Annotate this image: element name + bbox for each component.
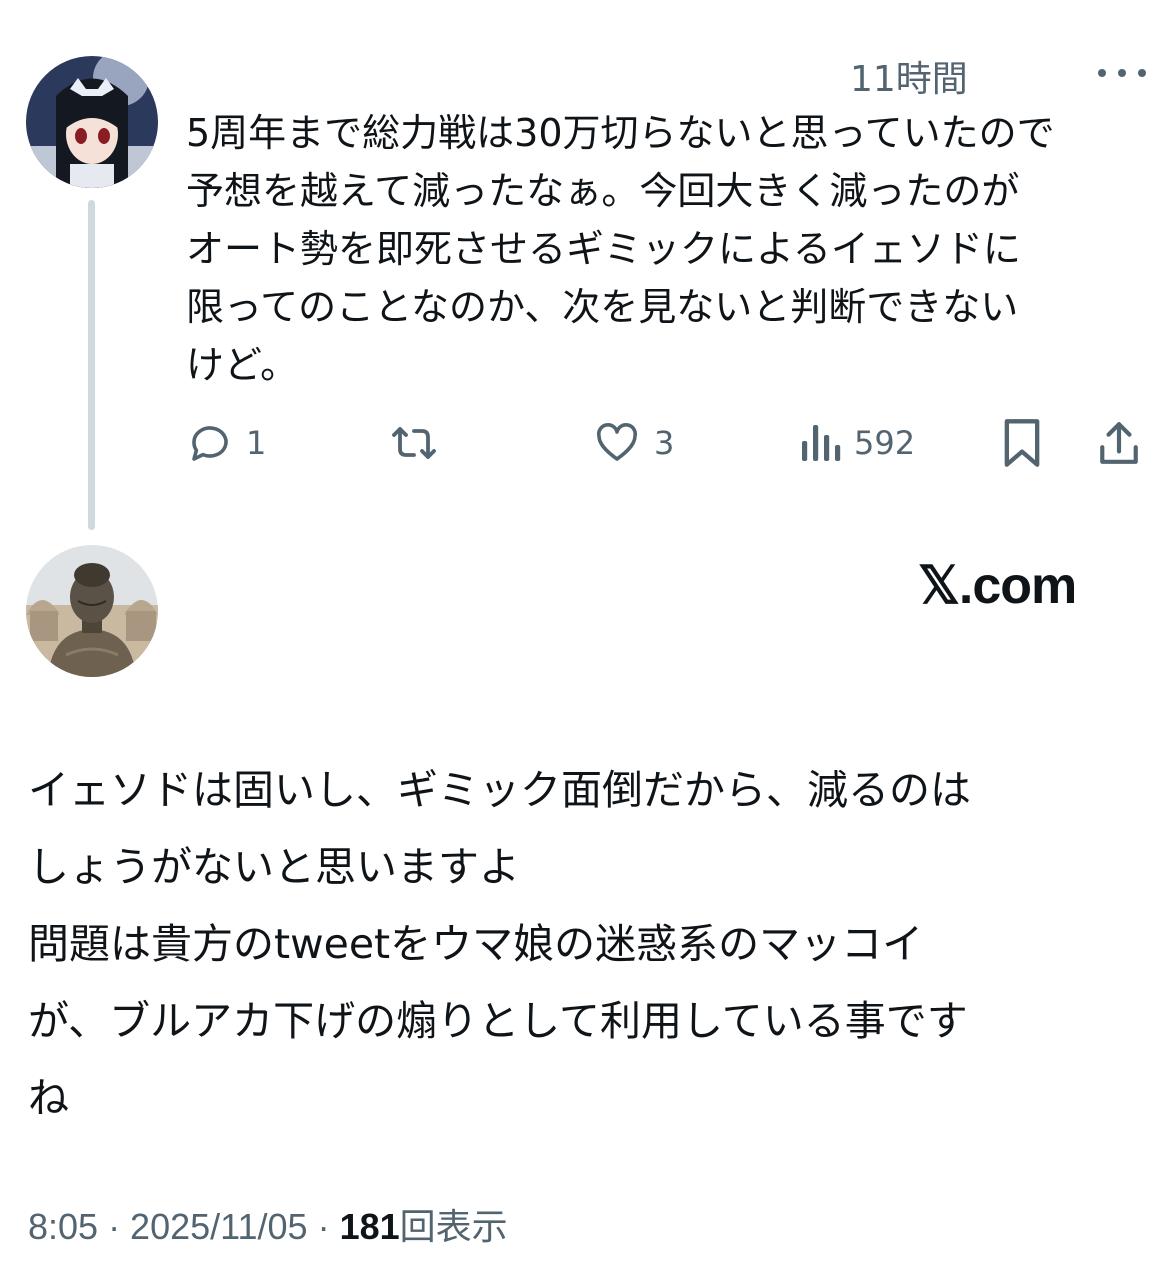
thread-connector-line [88,200,95,530]
repost-button[interactable] [386,415,454,471]
tweet-action-bar: 1 3 592 [0,415,1173,475]
avatar-anime-girl[interactable] [26,56,158,188]
share-button[interactable] [1096,415,1142,471]
tweet-timestamp[interactable]: 11時間 [850,50,968,102]
repost-icon [392,427,436,459]
tweet-text: 5周年まで総力戦は30万切らないと思っていたので 予想を越えて減ったなぁ。今回大… [186,111,1055,387]
reply-text: イェソドは固いし、ギミック面倒だから、減るのは しょうがないと思いますよ 問題は… [28,766,971,1122]
reply-views-label: 回表示 [399,1206,508,1247]
reply-icon [192,426,228,461]
more-dots-icon[interactable] [1098,58,1146,88]
reply-views-count: 181 [339,1206,400,1247]
reply-button[interactable]: 1 [186,415,266,471]
views-icon [802,425,841,461]
like-button[interactable]: 3 [592,415,674,471]
avatar-buddha-statue[interactable] [26,545,158,677]
heart-icon [596,422,638,461]
reply-meta: 8:05 · 2025/11/05 · 181回表示 [28,1198,508,1250]
like-count: 3 [654,424,675,462]
reply-count: 1 [246,424,267,462]
x-com-brand: 𝕏.com [918,557,1077,615]
views-button[interactable]: 592 [798,415,915,471]
bookmark-icon [1004,419,1040,467]
share-icon [1100,422,1138,464]
views-count: 592 [854,424,916,462]
bookmark-button[interactable] [1000,415,1044,471]
reply-timestamp[interactable]: 8:05 · 2025/11/05 · [28,1206,340,1247]
